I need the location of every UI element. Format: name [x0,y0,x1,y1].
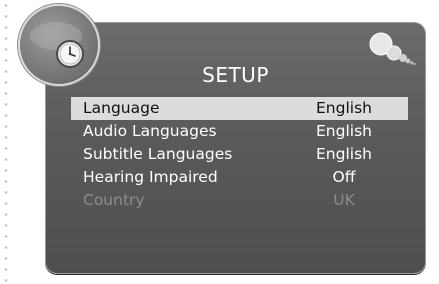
menu-item-label: Language [83,99,160,117]
clock-icon [18,4,100,86]
menu-item-value: English [316,145,372,163]
menu-item-country: Country UK [71,189,408,212]
menu-item-hearing-impaired[interactable]: Hearing Impaired Off [71,166,408,189]
setup-panel: SETUP Language English Audio Languages E… [45,22,426,274]
menu-item-value: Off [332,168,356,186]
menu-item-value: English [316,99,372,117]
globe-bubbles-icon [369,32,416,65]
menu-item-label: Audio Languages [83,122,217,140]
menu-item-label: Hearing Impaired [83,168,218,186]
dotted-margin [4,0,8,284]
menu-item-value: English [316,122,372,140]
menu-item-label: Subtitle Languages [83,145,233,163]
menu-item-audio-languages[interactable]: Audio Languages English [71,120,408,143]
setup-menu: Language English Audio Languages English… [71,97,408,212]
menu-item-subtitle-languages[interactable]: Subtitle Languages English [71,143,408,166]
menu-item-value: UK [333,191,355,209]
clock-face-icon [30,22,84,68]
menu-item-language[interactable]: Language English [71,97,408,120]
menu-item-label: Country [83,191,145,209]
